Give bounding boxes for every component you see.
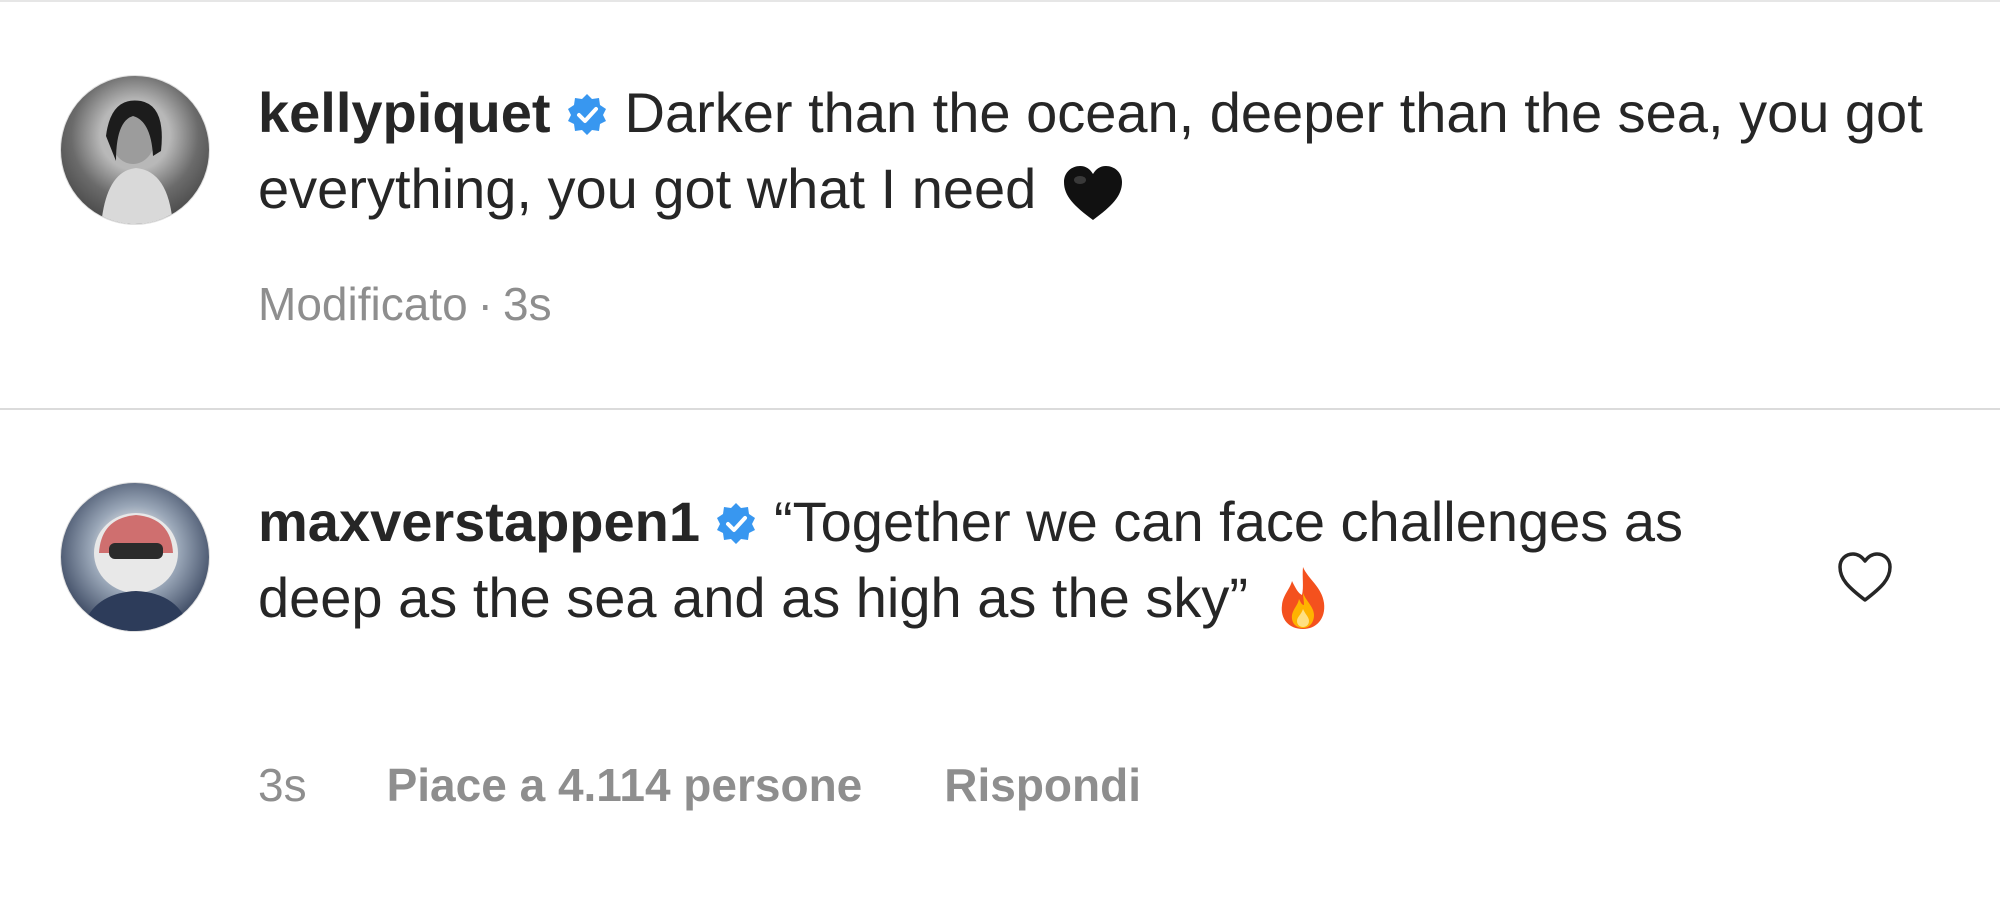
heart-outline-icon <box>1838 552 1892 602</box>
avatar-photo <box>101 100 173 224</box>
comment-text-block: kellypiquet Darker than the ocean, deepe… <box>258 75 1938 227</box>
black-heart-emoji-icon <box>1064 166 1123 220</box>
verified-badge-icon <box>567 94 606 135</box>
fire-emoji-icon <box>1281 567 1325 629</box>
username[interactable]: maxverstappen1 <box>258 490 700 553</box>
comment-text-block: maxverstappen1 “Together we can face cha… <box>258 484 1708 636</box>
reply-button[interactable]: Rispondi <box>944 759 1141 811</box>
edited-label: Modificato <box>258 278 468 330</box>
verified-badge-icon <box>717 503 756 544</box>
timestamp[interactable]: 3s <box>503 278 552 330</box>
avatar[interactable] <box>60 75 210 225</box>
comment-meta: 3s Piace a 4.114 persone Rispondi <box>258 758 1141 812</box>
separator: · <box>477 278 493 330</box>
avatar[interactable] <box>60 482 210 632</box>
comment-kellypiquet: kellypiquet Darker than the ocean, deepe… <box>0 0 2000 408</box>
comment-maxverstappen1: maxverstappen1 “Together we can face cha… <box>0 410 2000 911</box>
likes-count[interactable]: Piace a 4.114 persone <box>387 759 863 811</box>
avatar-photo <box>81 513 191 631</box>
like-button[interactable] <box>1836 550 1894 604</box>
timestamp[interactable]: 3s <box>258 759 307 811</box>
comment-meta: Modificato · 3s <box>258 277 552 331</box>
username[interactable]: kellypiquet <box>258 81 551 144</box>
